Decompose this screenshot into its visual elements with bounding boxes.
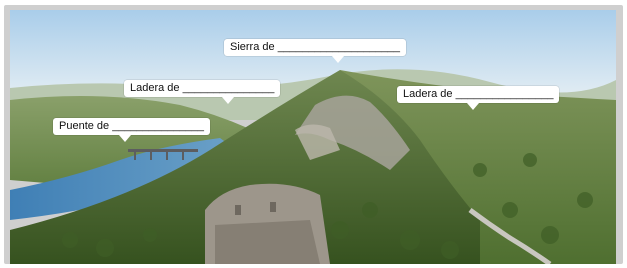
label-ladera-izquierda-text: Ladera de _______________ <box>130 82 275 94</box>
label-ladera-derecha-text: Ladera de ________________ <box>403 88 554 100</box>
bridge <box>128 149 198 152</box>
label-puente: Puente de _______________ <box>53 118 210 142</box>
label-ladera-derecha: Ladera de ________________ <box>397 86 560 110</box>
label-puente-text: Puente de _______________ <box>59 120 204 132</box>
label-sierra: Sierra de ____________________ <box>224 39 407 63</box>
label-ladera-izquierda: Ladera de _______________ <box>124 80 281 104</box>
label-sierra-text: Sierra de ____________________ <box>230 41 401 53</box>
